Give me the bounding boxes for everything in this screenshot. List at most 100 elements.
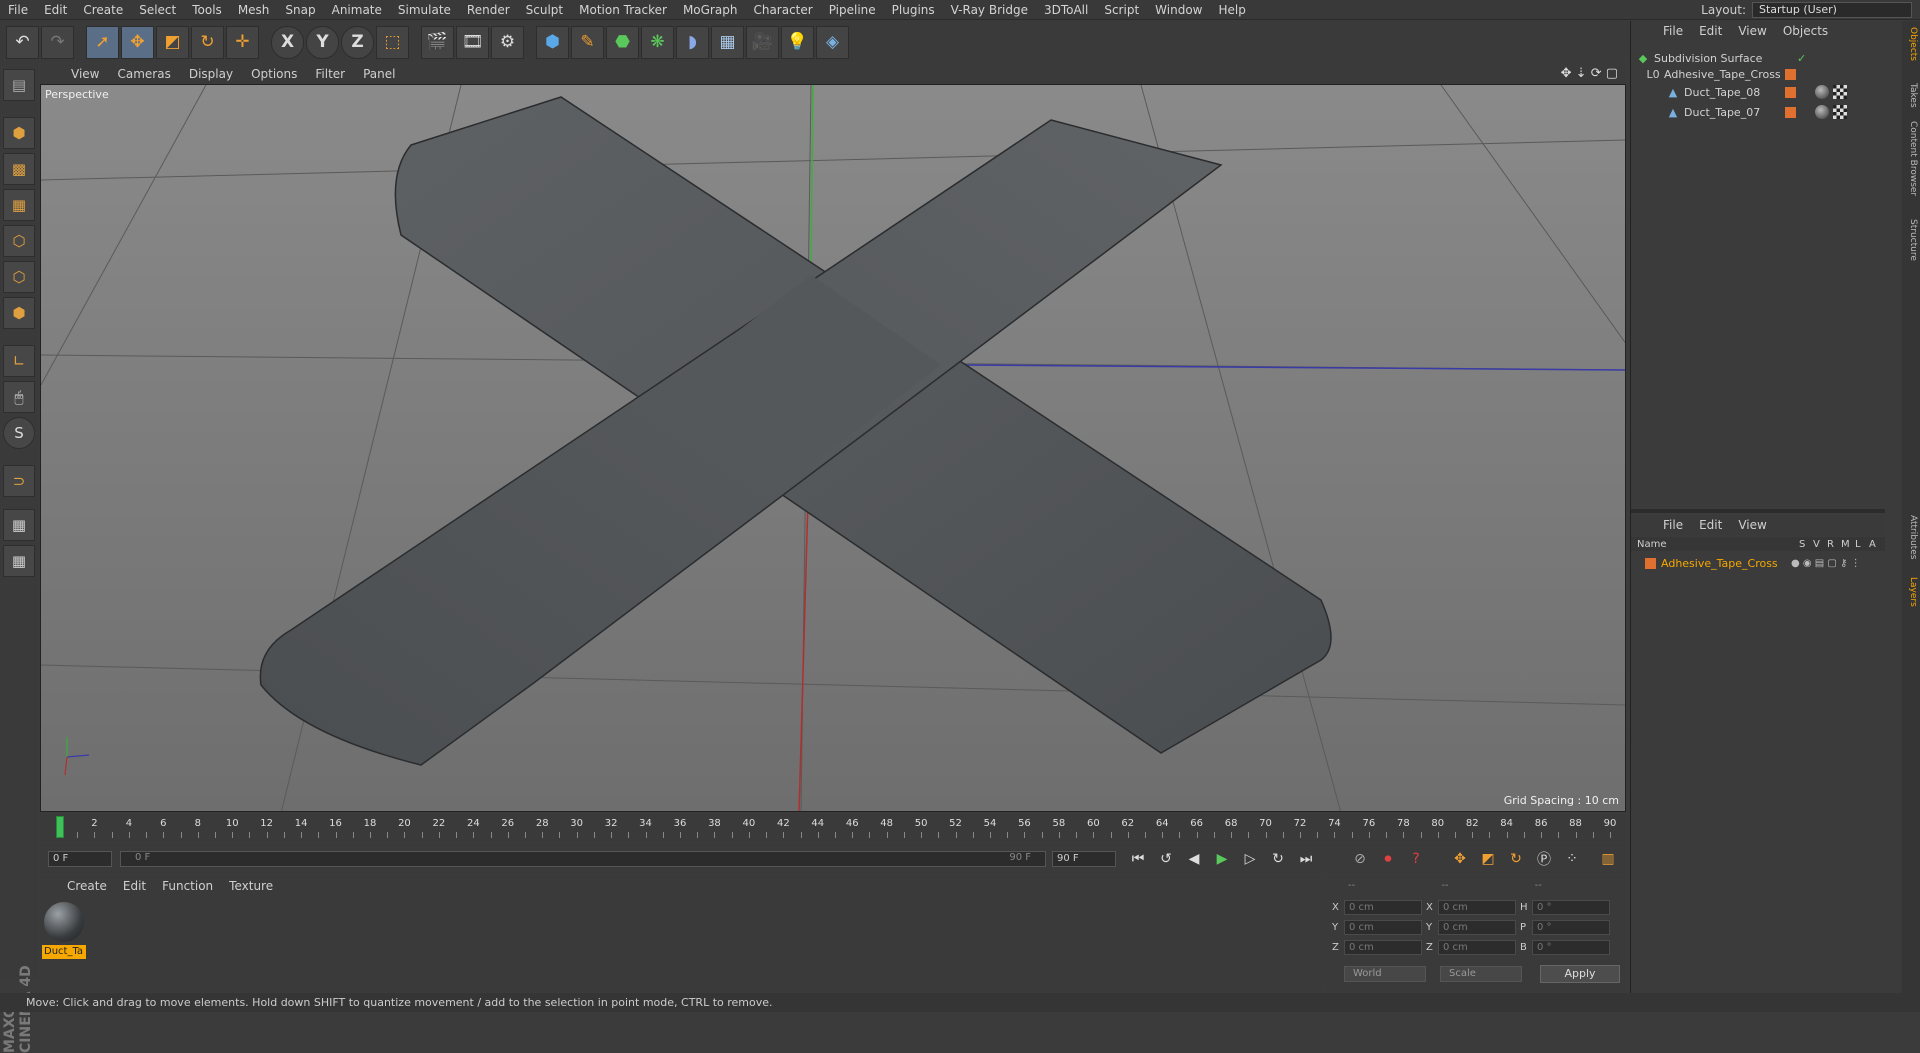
material-tag-icon[interactable] xyxy=(1815,105,1829,119)
size-x-field[interactable]: 0 cm xyxy=(1438,900,1516,915)
play-icon[interactable]: ▶ xyxy=(1210,847,1234,871)
layer-color-swatch[interactable] xyxy=(1785,86,1796,98)
object-menu-view[interactable]: View xyxy=(1732,24,1772,38)
lock-workplane-icon[interactable]: ▦ xyxy=(3,509,35,541)
playhead[interactable] xyxy=(56,816,64,838)
object-menu-objects[interactable]: Objects xyxy=(1777,24,1834,38)
undo-icon[interactable]: ↶ xyxy=(6,25,39,59)
workplane-mode-icon[interactable]: ▦ xyxy=(3,189,35,221)
material-tag-icon[interactable] xyxy=(1815,85,1829,99)
light-icon[interactable]: 💡 xyxy=(781,25,814,59)
viewport-menu-panel[interactable]: Panel xyxy=(356,67,402,81)
tab-structure[interactable]: Structure xyxy=(1904,219,1918,261)
menu-simulate[interactable]: Simulate xyxy=(390,3,459,17)
render-view-icon[interactable]: 🎬 xyxy=(421,25,454,59)
menu-animate[interactable]: Animate xyxy=(324,3,390,17)
y-axis-icon[interactable]: Y xyxy=(306,25,339,59)
uvw-tag-icon[interactable] xyxy=(1833,85,1847,99)
texture-mode-icon[interactable]: ▩ xyxy=(3,153,35,185)
snap-icon[interactable]: S xyxy=(3,417,35,449)
scale-icon[interactable]: ◩ xyxy=(156,25,189,59)
z-axis-icon[interactable]: Z xyxy=(341,25,374,59)
render-settings-icon[interactable]: ⚙ xyxy=(491,25,524,59)
workplane-icon[interactable]: ▦ xyxy=(3,545,35,577)
start-frame-field[interactable]: 0 F xyxy=(48,851,112,867)
rotation-h-field[interactable]: 0 ° xyxy=(1532,900,1610,915)
floor-icon[interactable]: ▦ xyxy=(711,25,744,59)
model-mode-icon[interactable]: ⬢ xyxy=(3,117,35,149)
object-row-duct-tape-07[interactable]: ▲ Duct_Tape_07 xyxy=(1667,103,1887,121)
object-row-duct-tape-08[interactable]: ▲ Duct_Tape_08 xyxy=(1667,83,1887,101)
go-to-start-icon[interactable]: ⏮ xyxy=(1126,847,1150,871)
nurbs-icon[interactable]: ⬣ xyxy=(606,25,639,59)
tab-takes[interactable]: Takes xyxy=(1904,83,1918,108)
menu-window[interactable]: Window xyxy=(1147,3,1210,17)
pen-icon[interactable]: ✎ xyxy=(571,25,604,59)
position-x-field[interactable]: 0 cm xyxy=(1344,900,1422,915)
layer-toggle-icons[interactable]: ● ◉ ▤ ▢ ⚷ ⋮ xyxy=(1791,558,1861,569)
object-menu-edit[interactable]: Edit xyxy=(1693,24,1728,38)
enabled-check-icon[interactable]: ✓ xyxy=(1797,52,1806,65)
viewport-menu-view[interactable]: View xyxy=(64,67,106,81)
material-menu-create[interactable]: Create xyxy=(60,879,114,893)
rotation-b-field[interactable]: 0 ° xyxy=(1532,940,1610,955)
recent-tool-icon[interactable]: ✛ xyxy=(226,25,259,59)
go-to-end-icon[interactable]: ⏭ xyxy=(1294,847,1318,871)
coordinate-system-icon[interactable]: ⬚ xyxy=(376,25,409,59)
menu-pipeline[interactable]: Pipeline xyxy=(821,3,884,17)
uvw-tag-icon[interactable] xyxy=(1833,105,1847,119)
apply-button[interactable]: Apply xyxy=(1540,965,1620,983)
menu-tools[interactable]: Tools xyxy=(184,3,230,17)
key-position-icon[interactable]: ✥ xyxy=(1448,847,1472,871)
keyframe-selection-icon[interactable]: ? xyxy=(1404,847,1428,871)
menu-vray-bridge[interactable]: V-Ray Bridge xyxy=(943,3,1036,17)
tab-layers[interactable]: Layers xyxy=(1904,577,1918,607)
timeline-window-icon[interactable]: ▥ xyxy=(1596,847,1620,871)
menu-plugins[interactable]: Plugins xyxy=(884,3,943,17)
next-frame-icon[interactable]: ▷ xyxy=(1238,847,1262,871)
layer-color-swatch[interactable] xyxy=(1645,557,1656,569)
next-key-icon[interactable]: ↻ xyxy=(1266,847,1290,871)
menu-help[interactable]: Help xyxy=(1210,3,1253,17)
tab-content-browser[interactable]: Content Browser xyxy=(1904,121,1918,196)
x-axis-icon[interactable]: X xyxy=(271,25,304,59)
deformer-icon[interactable]: ◗ xyxy=(676,25,709,59)
make-editable-icon[interactable]: ▤ xyxy=(3,69,35,101)
live-selection-icon[interactable]: ➚ xyxy=(86,25,119,59)
viewport-nav-icons[interactable]: ✥ ⇣ ⟳ ▢ xyxy=(1561,66,1618,81)
tab-attributes[interactable]: Attributes xyxy=(1904,515,1918,559)
menu-snap[interactable]: Snap xyxy=(277,3,323,17)
material-preview-sphere[interactable] xyxy=(44,902,84,942)
viewport-menu-display[interactable]: Display xyxy=(182,67,240,81)
size-z-field[interactable]: 0 cm xyxy=(1438,940,1516,955)
material-menu-texture[interactable]: Texture xyxy=(222,879,280,893)
tweak-mode-icon[interactable]: 🖱 xyxy=(3,381,35,413)
frame-range-slider[interactable]: 0 F 90 F xyxy=(120,851,1046,867)
key-point-level-icon[interactable]: ⁘ xyxy=(1560,847,1584,871)
menu-render[interactable]: Render xyxy=(459,3,518,17)
redo-icon[interactable]: ↷ xyxy=(41,25,74,59)
tab-objects[interactable]: Objects xyxy=(1904,27,1918,61)
camera-icon[interactable]: 🎥 xyxy=(746,25,779,59)
menu-3dtoall[interactable]: 3DToAll xyxy=(1036,3,1096,17)
point-mode-icon[interactable]: ⬡ xyxy=(3,225,35,257)
viewport-menu-options[interactable]: Options xyxy=(244,67,304,81)
previous-key-icon[interactable]: ↺ xyxy=(1154,847,1178,871)
rotation-p-field[interactable]: 0 ° xyxy=(1532,920,1610,935)
object-menu-file[interactable]: File xyxy=(1657,24,1689,38)
layer-menu-edit[interactable]: Edit xyxy=(1693,518,1728,532)
python-icon[interactable]: ◈ xyxy=(816,25,849,59)
3d-viewport[interactable]: Perspective Grid Spacing : 10 cm xyxy=(40,84,1626,812)
move-icon[interactable]: ✥ xyxy=(121,25,154,59)
material-menu-function[interactable]: Function xyxy=(155,879,220,893)
menu-file[interactable]: File xyxy=(0,3,36,17)
polygon-mode-icon[interactable]: ⬢ xyxy=(3,297,35,329)
autokey-icon[interactable]: ⏺ xyxy=(1376,847,1400,871)
array-icon[interactable]: ❋ xyxy=(641,25,674,59)
end-frame-field[interactable]: 90 F xyxy=(1052,851,1116,867)
key-scale-icon[interactable]: ◩ xyxy=(1476,847,1500,871)
panel-divider[interactable] xyxy=(1631,509,1885,513)
scale-mode-dropdown[interactable]: Scale xyxy=(1440,966,1522,982)
timeline-ruler[interactable]: 0246810121416182022242628303234363840424… xyxy=(40,814,1626,842)
key-rotation-icon[interactable]: ↻ xyxy=(1504,847,1528,871)
